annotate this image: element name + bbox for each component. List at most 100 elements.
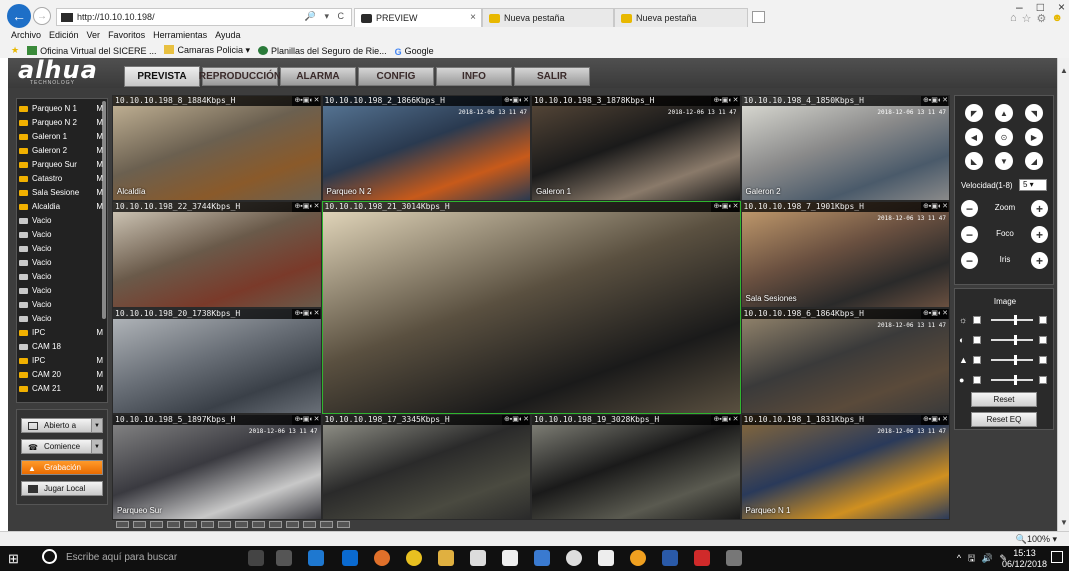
favorite-planillas[interactable]: Planillas del Seguro de Rie... xyxy=(258,45,387,56)
home-icon[interactable]: ⌂ xyxy=(1010,12,1017,25)
record-button[interactable]: ▲ Grabación xyxy=(21,460,103,475)
camera-view[interactable]: 10.10.10.198_7_1901Kbps_H ⊕▪▣◐✕ 2018-12-06… xyxy=(740,201,950,308)
browser-tab-new-1[interactable]: Nueva pestaña xyxy=(482,8,614,27)
gear-icon[interactable]: ⚙ xyxy=(1037,12,1047,25)
camera-view[interactable]: 10.10.10.198_5_1897Kbps_H ⊕▪▣◐✕ 2018-12-06… xyxy=(112,413,322,520)
slider-minus-button[interactable] xyxy=(973,316,981,324)
slider-track[interactable] xyxy=(991,339,1033,341)
camera-view[interactable]: 10.10.10.198_3_1878Kbps_H ⊕▪▣◐✕ 2018-12-06… xyxy=(531,95,741,202)
favorites-star-icon[interactable]: ★ xyxy=(11,45,19,56)
play-local-button[interactable]: Jugar Local xyxy=(21,481,103,496)
store-icon[interactable] xyxy=(470,550,486,566)
mail-icon[interactable] xyxy=(502,550,518,566)
channel-item[interactable]: Parqueo N 2 M xyxy=(19,116,103,129)
zoom-level[interactable]: 🔍100% ▾ xyxy=(1016,534,1057,545)
channel-item[interactable]: CAM 18 xyxy=(19,340,103,353)
tab-config[interactable]: CONFIG xyxy=(358,67,434,86)
contrast-slider[interactable]: ◐ xyxy=(959,335,1049,345)
layout-extra-button[interactable] xyxy=(337,521,350,528)
channel-item[interactable]: Parqueo N 1 M xyxy=(19,102,103,115)
feedback-smiley-icon[interactable]: ☻ xyxy=(1051,12,1063,25)
scroll-up-icon[interactable]: ▲ xyxy=(1060,66,1068,75)
reset-eq-button[interactable]: Reset EQ xyxy=(971,412,1037,427)
slider-plus-button[interactable] xyxy=(1039,316,1047,324)
back-button[interactable]: ← xyxy=(7,4,31,28)
camera-view[interactable]: 10.10.10.198_19_3028Kbps_H ⊕▪▣◐✕ xyxy=(531,413,741,520)
channel-item[interactable]: CAM 21 M xyxy=(19,382,103,395)
ptz-up-left-icon[interactable]: ◤ xyxy=(965,104,983,122)
layout-25-button[interactable] xyxy=(201,521,214,528)
tab-prevista[interactable]: PREVISTA xyxy=(124,66,200,87)
calculator-icon[interactable] xyxy=(598,550,614,566)
ptz-up-icon[interactable]: ▲ xyxy=(995,104,1013,122)
taskbar-clock[interactable]: 15:13 06/12/2018 xyxy=(1002,548,1047,570)
slider-knob[interactable] xyxy=(1014,315,1017,325)
ie-icon[interactable] xyxy=(308,550,324,566)
menu-edicion[interactable]: Edición xyxy=(49,30,79,40)
windows-start-icon[interactable]: ⊞ xyxy=(8,551,19,567)
star-icon[interactable]: ☆ xyxy=(1022,12,1032,25)
layout-extra-button[interactable] xyxy=(320,521,333,528)
channel-item[interactable]: Vacio xyxy=(19,312,103,325)
tab-alarma[interactable]: ALARMA xyxy=(280,67,356,86)
layout-4-button[interactable] xyxy=(133,521,146,528)
camera-view[interactable]: 10.10.10.198_22_3744Kbps_H ⊕▪▣◐✕ xyxy=(112,201,322,308)
edge-icon[interactable] xyxy=(342,550,358,566)
new-tab-button[interactable] xyxy=(752,11,765,23)
camera-view[interactable]: 10.10.10.198_4_1850Kbps_H ⊕▪▣◐✕ 2018-12-06… xyxy=(740,95,950,202)
camera-view[interactable]: 10.10.10.198_21_3014Kbps_H ⊕▪▣◐✕ xyxy=(321,201,741,414)
cortana-search-icon[interactable] xyxy=(42,549,57,564)
slider-knob[interactable] xyxy=(1014,335,1017,345)
forward-button[interactable]: → xyxy=(33,7,51,25)
chevron-down-icon[interactable]: ▼ xyxy=(91,419,102,432)
layout-extra-button[interactable] xyxy=(286,521,299,528)
pdf-reader-icon[interactable] xyxy=(694,550,710,566)
channel-item[interactable]: Galeron 2 M xyxy=(19,144,103,157)
channel-item[interactable]: Vacio xyxy=(19,242,103,255)
iris-plus-button[interactable]: + xyxy=(1031,252,1048,269)
reset-button[interactable]: Reset xyxy=(971,392,1037,407)
camera-view[interactable]: 10.10.10.198_20_1738Kbps_H ⊕▪▣◐✕ xyxy=(112,307,322,414)
channel-item[interactable]: Catastro M xyxy=(19,172,103,185)
ptz-down-icon[interactable]: ▼ xyxy=(995,152,1013,170)
layout-9-button[interactable] xyxy=(167,521,180,528)
camera-controls-icons[interactable]: ⊕▪▣◐✕ xyxy=(711,414,739,425)
word-icon[interactable] xyxy=(662,550,678,566)
menu-ver[interactable]: Ver xyxy=(87,30,101,40)
camera-controls-icons[interactable]: ⊕▪▣◐✕ xyxy=(711,96,739,106)
menu-archivo[interactable]: Archivo xyxy=(11,30,41,40)
focus-minus-button[interactable]: − xyxy=(961,226,978,243)
camera-controls-icons[interactable]: ⊕▪▣◐✕ xyxy=(920,308,948,319)
brightness-slider[interactable]: ☼ xyxy=(959,315,1049,325)
fullscreen-button[interactable] xyxy=(252,521,265,528)
camera-controls-icons[interactable]: ⊕▪▣◐✕ xyxy=(920,202,948,213)
app-icon[interactable] xyxy=(726,550,742,566)
layout-16-button[interactable] xyxy=(184,521,197,528)
browser-tab-preview[interactable]: PREVIEW × xyxy=(354,8,482,27)
layout-extra-button[interactable] xyxy=(303,521,316,528)
firefox-icon[interactable] xyxy=(374,550,390,566)
browser-tab-new-2[interactable]: Nueva pestaña xyxy=(614,8,748,27)
camera-view[interactable]: 10.10.10.198_17_3345Kbps_H ⊕▪▣◐✕ xyxy=(321,413,531,520)
layout-8-button[interactable] xyxy=(150,521,163,528)
camera-controls-icons[interactable]: ⊕▪▣◐✕ xyxy=(292,414,320,425)
camera-view[interactable]: 10.10.10.198_8_1884Kbps_H ⊕▪▣◐✕ Alcaldía xyxy=(112,95,322,202)
layout-extra-button[interactable] xyxy=(269,521,282,528)
slider-minus-button[interactable] xyxy=(973,356,981,364)
channel-item[interactable]: Vacio xyxy=(19,270,103,283)
microphone-icon[interactable] xyxy=(248,550,264,566)
close-tab-icon[interactable]: × xyxy=(470,12,476,23)
saturation-slider[interactable]: ▲ xyxy=(959,355,1049,365)
menu-favoritos[interactable]: Favoritos xyxy=(108,30,145,40)
ptz-down-left-icon[interactable]: ◣ xyxy=(965,152,983,170)
address-bar[interactable]: http://10.10.10.198/ 🔎 ▾ C xyxy=(56,8,352,26)
remote-desktop-icon[interactable] xyxy=(534,550,550,566)
layout-1-button[interactable] xyxy=(116,521,129,528)
ptz-right-icon[interactable]: ▶ xyxy=(1025,128,1043,146)
channel-item[interactable]: IPC M xyxy=(19,354,103,367)
camera-view[interactable]: 10.10.10.198_6_1864Kbps_H ⊕▪▣◐✕ 2018-12-06… xyxy=(740,307,950,414)
media-player-icon[interactable] xyxy=(630,550,646,566)
slider-plus-button[interactable] xyxy=(1039,336,1047,344)
ptz-up-right-icon[interactable]: ◥ xyxy=(1025,104,1043,122)
channel-item[interactable]: Vacio xyxy=(19,298,103,311)
